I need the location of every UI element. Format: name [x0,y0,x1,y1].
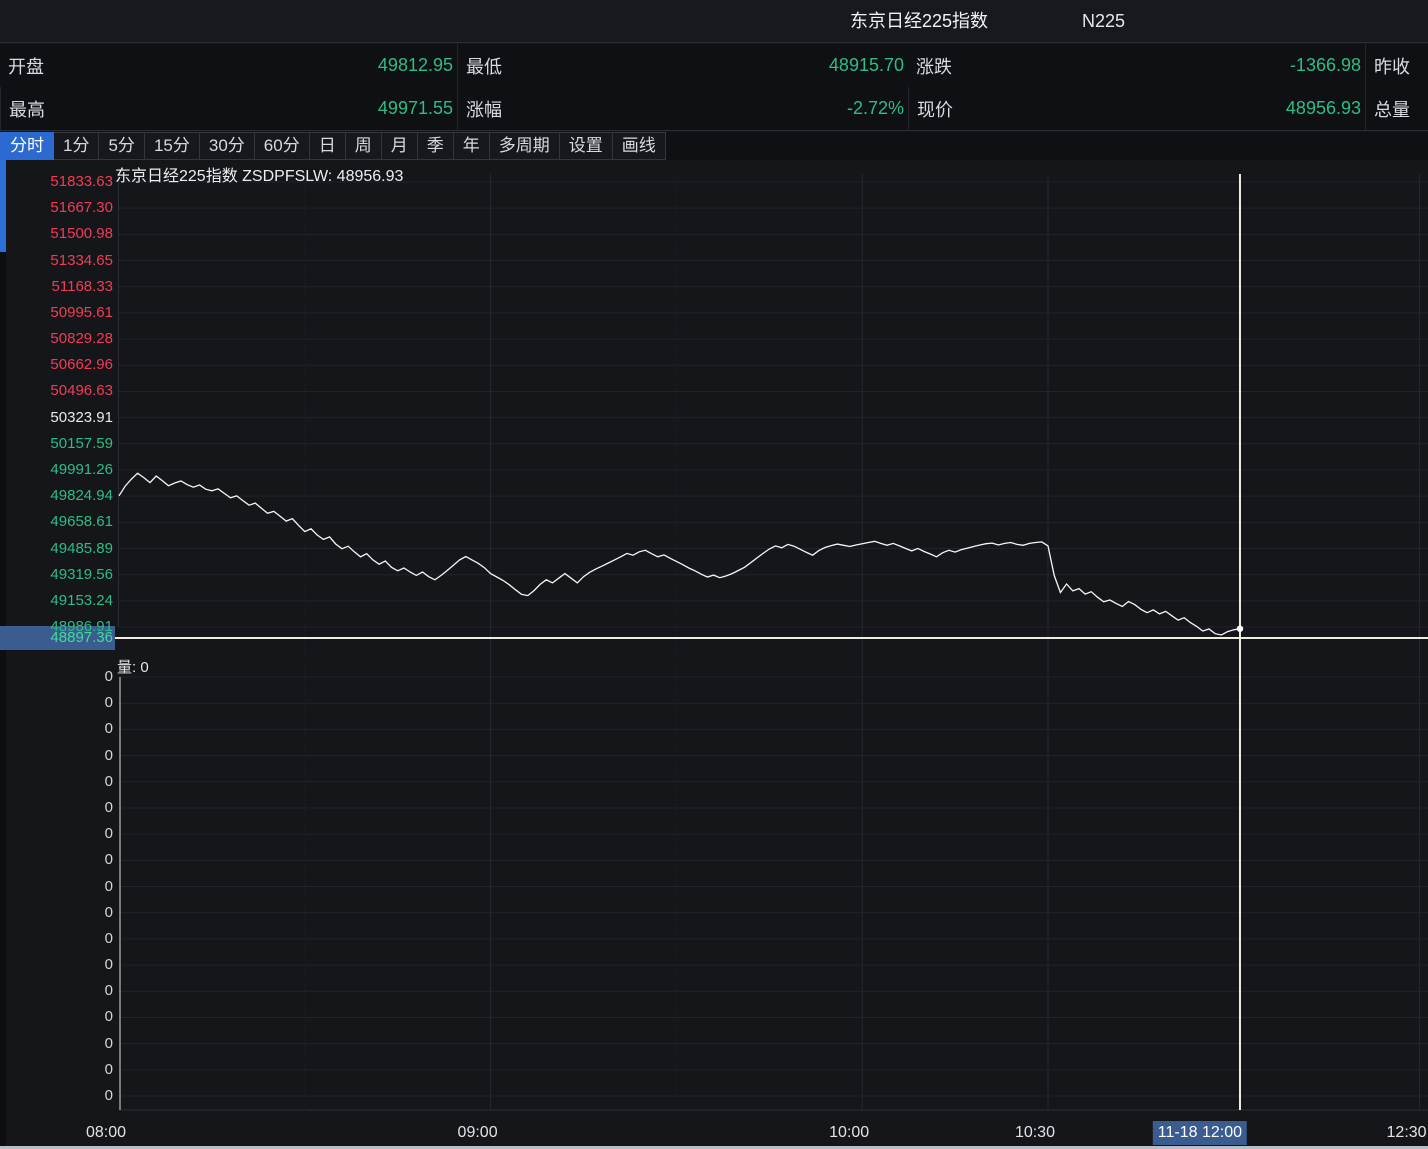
tab-年[interactable]: 年 [454,132,490,160]
quote-cell-最低: 最低 48915.70 [457,44,908,87]
volume-axis-label: 0 [0,667,113,687]
volume-axis-label: 0 [0,981,113,1001]
tab-设置[interactable]: 设置 [560,132,613,160]
price-axis-label: 50496.63 [0,381,113,401]
price-axis-label: 51334.65 [0,251,113,271]
volume-axis-label: 0 [0,719,113,739]
volume-axis-label: 0 [0,1086,113,1106]
volume-axis-label: 0 [0,1034,113,1054]
price-axis-label: 51168.33 [0,277,113,297]
price-axis-label: 49824.94 [0,486,113,506]
quote-label: 最高 [9,96,45,122]
price-axis-label: 50829.28 [0,329,113,349]
volume-axis-label: 0 [0,798,113,818]
quote-cell-最高: 最高 49971.55 [0,87,457,130]
tab-画线[interactable]: 画线 [613,132,666,160]
quote-cell-昨收: 昨收 [1365,44,1428,87]
price-axis-label: 51500.98 [0,224,113,244]
volume-axis-label: 0 [0,929,113,949]
quote-cell-涨幅: 涨幅 -2.72% [457,87,908,130]
price-axis-label: 50662.96 [0,355,113,375]
quote-cell-开盘: 开盘 49812.95 [0,44,457,87]
quote-label: 现价 [917,96,953,122]
time-axis-label: 10:30 [1015,1121,1055,1145]
quote-value: 49812.95 [378,55,453,76]
volume-axis-label: 0 [0,693,113,713]
tab-周[interactable]: 周 [346,132,382,160]
quote-label: 最低 [466,53,502,79]
chart-region[interactable]: 东京日经225指数 ZSDPFSLW: 48956.93 量: 0 48897.… [0,160,1428,1149]
tab-bar: 分时1分5分15分30分60分日周月季年多周期设置画线 [0,132,1428,160]
price-axis-label: 51667.30 [0,198,113,218]
price-axis-label: 50995.61 [0,303,113,323]
quote-label: 开盘 [8,53,44,79]
price-axis-label: 50157.59 [0,434,113,454]
volume-axis-label: 0 [0,850,113,870]
price-volume-canvas[interactable] [0,160,1428,1149]
time-axis-label: 08:00 [86,1121,126,1145]
quote-label: 涨跌 [916,53,952,79]
tab-多周期[interactable]: 多周期 [490,132,560,160]
tab-60分[interactable]: 60分 [255,132,310,160]
tab-季[interactable]: 季 [418,132,454,160]
quote-cell-总量: 总量 [1365,87,1428,130]
volume-axis-label: 0 [0,746,113,766]
tab-5分[interactable]: 5分 [99,132,144,160]
price-axis-label: 49658.61 [0,512,113,532]
quote-label: 涨幅 [466,96,502,122]
volume-axis-label: 0 [0,1060,113,1080]
quote-label: 总量 [1374,96,1410,122]
quote-value: -1366.98 [1290,55,1361,76]
quote-value: 48915.70 [829,55,904,76]
quote-value: 49971.55 [378,98,453,119]
tab-分时[interactable]: 分时 [0,132,54,160]
price-axis-label: 49153.24 [0,591,113,611]
tab-30分[interactable]: 30分 [200,132,255,160]
quote-cell-现价: 现价 48956.93 [908,87,1365,130]
price-axis-label: 48986.91 [0,617,113,637]
volume-axis-label: 0 [0,903,113,923]
tab-月[interactable]: 月 [382,132,418,160]
quote-value: 48956.93 [1286,98,1361,119]
time-axis-label: 12:30 [1387,1121,1427,1145]
instrument-symbol: N225 [1082,0,1125,43]
crosshair-time-label: 11-18 12:00 [1153,1121,1247,1145]
volume-axis-label: 0 [0,772,113,792]
volume-readout: 量: 0 [117,656,149,677]
quote-panel: 开盘49812.95最高49971.55最低48915.70涨幅-2.72%涨跌… [0,44,1428,131]
price-axis-label: 49485.89 [0,539,113,559]
volume-axis-label: 0 [0,824,113,844]
time-axis-label: 10:00 [829,1121,869,1145]
tab-15分[interactable]: 15分 [145,132,200,160]
price-axis-label: 50323.91 [0,408,113,428]
price-axis-label: 49319.56 [0,565,113,585]
last-price-dot [1237,625,1243,631]
quote-label: 昨收 [1374,53,1410,79]
price-axis-label: 49991.26 [0,460,113,480]
price-axis-label: 51833.63 [0,172,113,192]
quote-value: -2.72% [847,98,904,119]
volume-axis-label: 0 [0,1007,113,1027]
time-axis-label: 09:00 [458,1121,498,1145]
volume-axis-label: 0 [0,877,113,897]
price-line [119,473,1240,635]
instrument-title: 东京日经225指数 [850,0,988,43]
title-bar: 东京日经225指数 N225 [0,0,1428,43]
volume-axis-label: 0 [0,955,113,975]
quote-cell-涨跌: 涨跌 -1366.98 [908,44,1365,87]
tab-日[interactable]: 日 [310,132,346,160]
stock-app-window: 东京日经225指数 N225 开盘 49812.95 最高 49971.55 最低 489… [0,0,1428,1149]
tab-1分[interactable]: 1分 [54,132,99,160]
chart-header-readout: 东京日经225指数 ZSDPFSLW: 48956.93 [115,162,403,186]
